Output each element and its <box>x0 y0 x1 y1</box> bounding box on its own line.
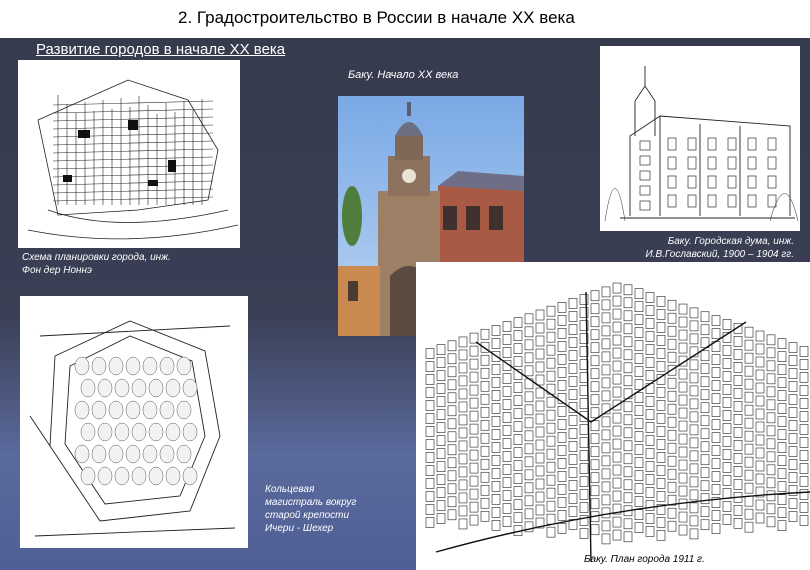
ring-caption-line1: Кольцевая <box>265 484 315 495</box>
scheme-caption-line1: Схема планировки города, инж. <box>22 252 171 263</box>
baku-early-caption: Баку. Начало XX века <box>348 69 459 81</box>
duma-caption-line2: И.В.Гославский, 1900 – 1904 гг. <box>645 249 794 260</box>
city-plan-1911 <box>416 262 810 570</box>
duma-caption-line1: Баку. Городская дума, инж. <box>667 236 794 247</box>
ring-caption-line3: старой крепости <box>265 510 350 521</box>
plan-1911-caption: Баку. План города 1911 г. <box>584 554 705 565</box>
planning-scheme-image <box>18 60 240 248</box>
city-duma-sketch <box>600 46 800 231</box>
scheme-caption: Схема планировки города, инж. Фон дер Но… <box>22 251 171 277</box>
ring-road-scheme <box>20 296 248 548</box>
scheme-caption-line2: Фон дер Ноннэ <box>22 265 92 276</box>
ring-road-caption: Кольцевая магистраль вокруг старой крепо… <box>265 483 356 535</box>
ring-caption-line4: Ичери - Шехер <box>265 523 334 534</box>
duma-caption: Баку. Городская дума, инж. И.В.Гославски… <box>607 235 794 261</box>
slide-subtitle: Развитие городов в начале XX века <box>36 41 286 58</box>
slide-title: 2. Градостроительство в России в начале … <box>178 8 575 27</box>
ring-caption-line2: магистраль вокруг <box>265 497 357 508</box>
